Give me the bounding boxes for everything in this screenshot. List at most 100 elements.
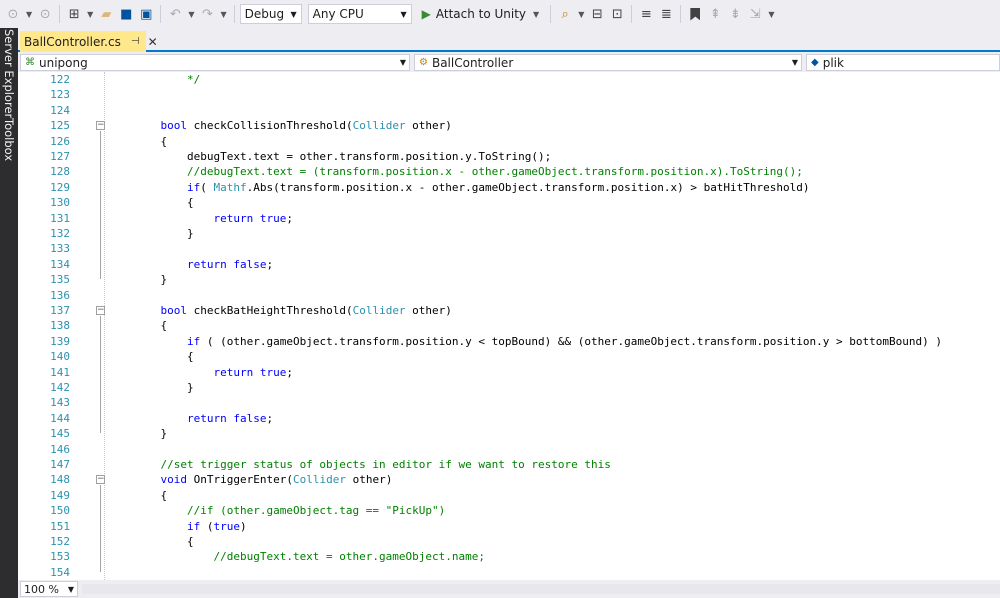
line-number: 124: [50, 103, 70, 117]
find-dropdown-icon[interactable]: ▼: [576, 10, 586, 19]
class-icon: ⚙: [419, 57, 428, 68]
new-project-dropdown-icon[interactable]: ▼: [85, 10, 95, 19]
code-line[interactable]: 122 */: [18, 72, 1000, 87]
find-icon[interactable]: ⌕: [556, 3, 574, 25]
code-line[interactable]: 146: [18, 442, 1000, 457]
code-line[interactable]: 145 }: [18, 426, 1000, 441]
collapse-icon[interactable]: −: [96, 121, 105, 131]
code-editor[interactable]: 122 */123 124 125− bool checkCollisionThre…: [18, 72, 1000, 580]
code-line[interactable]: 147 //set trigger status of objects in e…: [18, 457, 1000, 472]
code-line[interactable]: 149 {: [18, 488, 1000, 503]
redo-icon[interactable]: ↷: [198, 3, 216, 25]
code-text: return false;: [186, 257, 274, 271]
member-select[interactable]: ◆ plik: [806, 54, 1000, 71]
line-number: 126: [50, 134, 70, 148]
code-line[interactable]: 126 {: [18, 134, 1000, 149]
code-line[interactable]: 142 }: [18, 380, 1000, 395]
close-icon[interactable]: ✕: [148, 35, 158, 49]
play-icon: ▶: [421, 7, 431, 21]
code-line[interactable]: 128 //debugText.text = (transform.positi…: [18, 164, 1000, 179]
undo-dropdown-icon[interactable]: ▼: [186, 10, 196, 19]
code-line[interactable]: 141 return true;: [18, 365, 1000, 380]
toolbox-tab[interactable]: Toolbox: [0, 118, 18, 161]
zoom-value: 100 %: [24, 582, 59, 596]
next-bookmark-icon[interactable]: ⇟: [726, 3, 744, 25]
code-text: if (true): [186, 519, 247, 533]
collapse-icon[interactable]: −: [96, 306, 105, 315]
toolbar-separator: [631, 5, 633, 23]
code-line[interactable]: 136: [18, 288, 1000, 303]
line-number: 143: [50, 396, 70, 410]
code-line[interactable]: 143: [18, 395, 1000, 410]
save-icon[interactable]: ■: [117, 3, 135, 25]
code-line[interactable]: 135 }: [18, 272, 1000, 287]
toolbar-overflow-icon[interactable]: ▼: [766, 10, 776, 19]
code-line[interactable]: 154: [18, 565, 1000, 580]
attach-to-unity-button[interactable]: ▶ Attach to Unity ▼: [418, 3, 546, 25]
code-line[interactable]: 131 return true;: [18, 211, 1000, 226]
solution-config-select[interactable]: Debug ▼: [239, 4, 302, 24]
undo-icon[interactable]: ↶: [166, 3, 184, 25]
line-number: 136: [50, 288, 70, 302]
code-text: */: [134, 73, 201, 86]
line-number: 128: [50, 165, 70, 179]
line-number: 154: [50, 565, 70, 579]
code-line[interactable]: 137 − bool checkBatHeightThreshold(Collid…: [18, 303, 1000, 318]
code-line[interactable]: 124: [18, 103, 1000, 118]
code-line[interactable]: 139 if ( (other.gameObject.transform.pos…: [18, 334, 1000, 349]
code-line[interactable]: 134 return false;: [18, 257, 1000, 272]
solution-explorer-icon[interactable]: ⊟: [588, 3, 606, 25]
zoom-select[interactable]: 100 % ▼: [20, 581, 78, 597]
comment-lines-icon[interactable]: ≡: [637, 3, 655, 25]
project-select[interactable]: ⌘ unipong ▼: [20, 54, 410, 71]
code-text: {: [134, 319, 168, 333]
back-dropdown-icon[interactable]: ▼: [24, 10, 34, 19]
csharp-project-icon: ⌘: [25, 57, 35, 68]
pin-icon[interactable]: ⊣: [131, 36, 140, 47]
platform-select[interactable]: Any CPU ▼: [307, 4, 412, 24]
collapse-icon[interactable]: −: [96, 475, 105, 485]
code-line[interactable]: 130 {: [18, 195, 1000, 210]
save-all-icon[interactable]: ▣: [137, 3, 155, 25]
clear-bookmarks-icon[interactable]: ⇲: [746, 3, 764, 25]
code-line[interactable]: 132 }: [18, 226, 1000, 241]
code-line[interactable]: 150 //if (other.gameObject.tag == "PickU…: [18, 503, 1000, 518]
forward-arrow-icon[interactable]: ⊙: [36, 3, 54, 25]
horizontal-scrollbar[interactable]: [82, 584, 1000, 594]
uncomment-lines-icon[interactable]: ≣: [657, 3, 675, 25]
server-explorer-tab[interactable]: Server Explorer: [0, 29, 18, 118]
member-value: plik: [822, 55, 844, 70]
code-line[interactable]: 127 debugText.text = other.transform.pos…: [18, 149, 1000, 164]
line-number: 123: [50, 88, 70, 102]
redo-dropdown-icon[interactable]: ▼: [218, 10, 228, 19]
code-text: {: [134, 488, 168, 502]
code-line[interactable]: 140 {: [18, 349, 1000, 364]
code-text: }: [134, 427, 168, 441]
code-line[interactable]: 125 − bool checkCollisionThreshold(Collid…: [18, 118, 1000, 133]
toolbar-separator: [550, 5, 552, 23]
line-number: 141: [50, 365, 70, 379]
line-number: 142: [50, 381, 70, 394]
code-text: return true;: [213, 211, 293, 225]
code-line[interactable]: 129 if( Mathf.Abs(transform.position.x -…: [18, 180, 1000, 195]
code-line[interactable]: 123: [18, 87, 1000, 102]
properties-icon[interactable]: ⊡: [608, 3, 626, 25]
code-line[interactable]: 153 //debugText.text = other.gameObject.…: [18, 549, 1000, 564]
class-select[interactable]: ⚙ BallController ▼: [414, 54, 802, 71]
toolbar-separator: [59, 5, 61, 23]
code-line[interactable]: 148 − void OnTriggerEnter(Collider other): [18, 472, 1000, 487]
code-line[interactable]: 144 return false;: [18, 411, 1000, 426]
open-file-icon[interactable]: ▰: [97, 3, 115, 25]
attach-label: Attach to Unity: [435, 7, 527, 21]
prev-bookmark-icon[interactable]: ⇞: [706, 3, 724, 25]
tab-title: BallController.cs: [24, 34, 121, 49]
code-line[interactable]: 138 {: [18, 318, 1000, 333]
back-arrow-icon[interactable]: ⊙: [4, 3, 22, 25]
bookmark-icon[interactable]: [686, 3, 704, 25]
code-line[interactable]: 151 if (true): [18, 519, 1000, 534]
tab-ballcontroller[interactable]: BallController.cs ⊣ ✕: [20, 31, 158, 52]
code-line[interactable]: 152 {: [18, 534, 1000, 549]
code-line[interactable]: 133: [18, 241, 1000, 256]
new-project-icon[interactable]: ⊞: [65, 3, 83, 25]
code-text: }: [134, 381, 194, 394]
